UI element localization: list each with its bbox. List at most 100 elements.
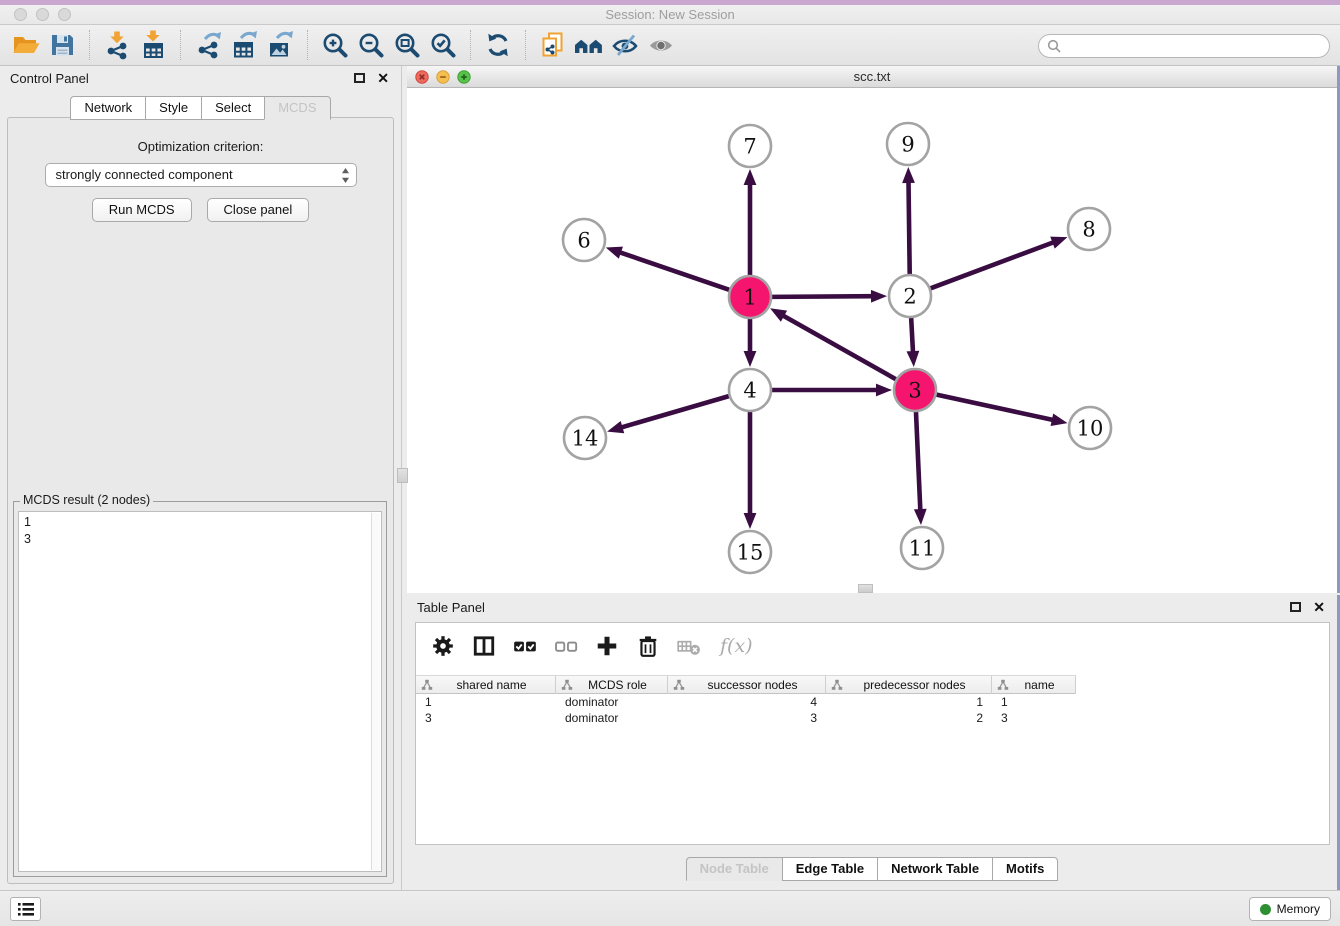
first-neighbors-button[interactable] <box>571 28 607 62</box>
graph-edge-3-11[interactable] <box>916 412 920 511</box>
close-panel-button[interactable]: Close panel <box>207 198 310 222</box>
graph-edge-1-6[interactable] <box>619 252 729 290</box>
table-cell-predecessor-nodes[interactable]: 2 <box>826 711 992 725</box>
table-tab-node-table[interactable]: Node Table <box>686 857 782 881</box>
export-table-icon <box>229 30 259 60</box>
mcds-result-text[interactable]: 13 <box>18 511 382 872</box>
tab-style[interactable]: Style <box>145 96 201 120</box>
mcds-result-box: MCDS result (2 nodes) 13 <box>13 501 387 877</box>
float-table-panel-icon[interactable] <box>1290 602 1301 612</box>
close-panel-icon[interactable]: ✕ <box>377 73 389 83</box>
import-table-button[interactable] <box>135 28 171 62</box>
search-box[interactable] <box>1038 34 1330 58</box>
graph-edge-2-8[interactable] <box>931 242 1055 288</box>
graph-node-label: 4 <box>743 379 756 403</box>
zoom-fit-button[interactable] <box>389 28 425 62</box>
import-network-button[interactable] <box>99 28 135 62</box>
svg-text:f(x): f(x) <box>718 635 753 657</box>
table-options-button[interactable] <box>430 633 456 659</box>
task-history-button[interactable] <box>10 897 41 921</box>
show-columns-button[interactable] <box>471 633 497 659</box>
graph-edge-2-3[interactable] <box>911 318 913 353</box>
tab-mcds[interactable]: MCDS <box>264 96 330 120</box>
graph-edge-2-9[interactable] <box>908 181 909 274</box>
graph-edge-arrowhead <box>744 513 757 529</box>
open-file-button[interactable] <box>8 28 44 62</box>
table-cell-shared-name[interactable]: 1 <box>416 695 556 709</box>
delete-table-button[interactable] <box>676 633 702 659</box>
table-cell-successor-nodes[interactable]: 4 <box>668 695 826 709</box>
export-network-button[interactable] <box>190 28 226 62</box>
export-image-button[interactable] <box>262 28 298 62</box>
table-cell-predecessor-nodes[interactable]: 1 <box>826 695 992 709</box>
table-cell-MCDS-role[interactable]: dominator <box>556 695 668 709</box>
table-cell-name[interactable]: 1 <box>992 695 1076 709</box>
show-all-button[interactable] <box>643 28 679 62</box>
column-header-MCDS-role[interactable]: MCDS role <box>556 675 668 694</box>
table-row[interactable]: 1dominator411 <box>416 694 1329 710</box>
vertical-splitter-handle[interactable] <box>397 468 408 483</box>
gear-icon <box>431 634 455 658</box>
column-header-name[interactable]: name <box>992 675 1076 694</box>
graph-node-label: 8 <box>1082 218 1095 242</box>
criterion-dropdown-value: strongly connected component <box>56 167 233 182</box>
deselect-all-button[interactable] <box>553 633 579 659</box>
trash-icon <box>636 634 660 658</box>
column-header-label: shared name <box>433 678 550 692</box>
network-window-titlebar[interactable]: scc.txt <box>407 66 1337 88</box>
result-scrollbar[interactable] <box>371 513 380 870</box>
column-tree-icon <box>831 679 843 691</box>
column-header-successor-nodes[interactable]: successor nodes <box>668 675 826 694</box>
column-header-label: successor nodes <box>685 678 820 692</box>
tab-select[interactable]: Select <box>201 96 264 120</box>
column-header-shared-name[interactable]: shared name <box>416 675 556 694</box>
refresh-button[interactable] <box>480 28 516 62</box>
table-tab-network-table[interactable]: Network Table <box>877 857 992 881</box>
function-builder-button[interactable]: f(x) <box>717 633 757 659</box>
horizontal-splitter-handle[interactable] <box>858 584 873 593</box>
run-mcds-button[interactable]: Run MCDS <box>92 198 192 222</box>
search-input[interactable] <box>1061 37 1329 55</box>
zoom-out-icon <box>356 30 386 60</box>
graph-edge-3-1[interactable] <box>782 315 896 379</box>
zoom-in-button[interactable] <box>317 28 353 62</box>
hide-selected-button[interactable] <box>607 28 643 62</box>
graph-edge-arrowhead <box>607 421 624 433</box>
memory-button[interactable]: Memory <box>1249 897 1331 921</box>
float-panel-icon[interactable] <box>354 73 365 83</box>
zoom-out-button[interactable] <box>353 28 389 62</box>
save-session-button[interactable] <box>44 28 80 62</box>
graph-edge-1-2[interactable] <box>772 296 873 297</box>
toolbar-separator <box>525 30 526 60</box>
table-cell-MCDS-role[interactable]: dominator <box>556 711 668 725</box>
zoom-in-icon <box>320 30 350 60</box>
fx-icon: f(x) <box>717 633 757 659</box>
graph-edge-4-14[interactable] <box>621 396 729 428</box>
graph-node-label: 7 <box>743 135 756 159</box>
memory-label: Memory <box>1277 902 1320 916</box>
table-cell-successor-nodes[interactable]: 3 <box>668 711 826 725</box>
graph-node-label: 15 <box>737 541 764 565</box>
graph-edge-arrowhead <box>1051 413 1068 426</box>
create-column-button[interactable] <box>594 633 620 659</box>
graph-edge-arrowhead <box>907 351 920 367</box>
table-panel-title: Table Panel <box>417 600 485 615</box>
table-cell-name[interactable]: 3 <box>992 711 1076 725</box>
table-tab-motifs[interactable]: Motifs <box>992 857 1058 881</box>
criterion-dropdown[interactable]: strongly connected component <box>45 163 357 187</box>
column-header-predecessor-nodes[interactable]: predecessor nodes <box>826 675 992 694</box>
control-panel-tabs: NetworkStyleSelectMCDS <box>0 96 401 120</box>
tab-network[interactable]: Network <box>70 96 145 120</box>
close-table-panel-icon[interactable]: ✕ <box>1313 602 1325 612</box>
column-tree-icon <box>561 679 573 691</box>
table-tab-edge-table[interactable]: Edge Table <box>782 857 877 881</box>
graph-edge-3-10[interactable] <box>936 395 1053 420</box>
clone-network-button[interactable] <box>535 28 571 62</box>
table-row[interactable]: 3dominator323 <box>416 710 1329 726</box>
export-table-button[interactable] <box>226 28 262 62</box>
zoom-selected-button[interactable] <box>425 28 461 62</box>
delete-column-button[interactable] <box>635 633 661 659</box>
network-canvas[interactable]: 7968124314101511 <box>407 88 1337 593</box>
select-all-button[interactable] <box>512 633 538 659</box>
table-cell-shared-name[interactable]: 3 <box>416 711 556 725</box>
